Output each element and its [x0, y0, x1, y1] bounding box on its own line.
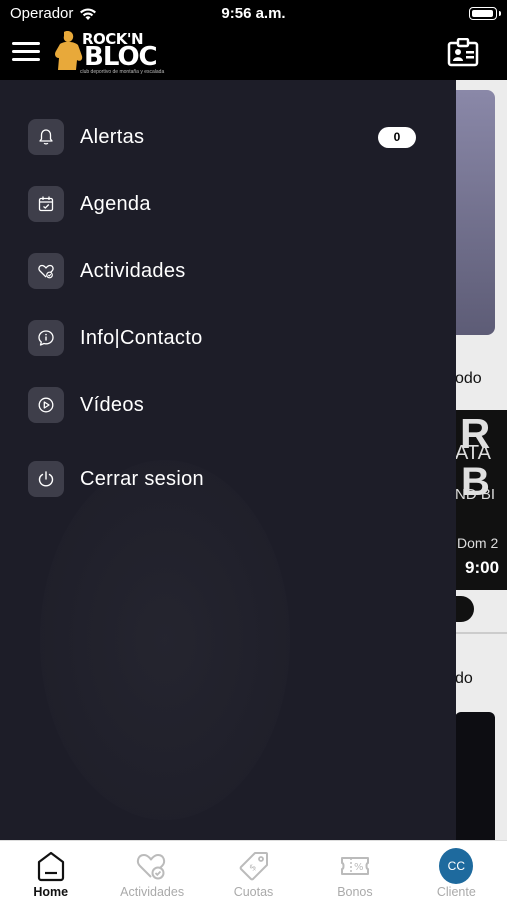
event-date: Dom 2 — [457, 535, 499, 551]
drawer-item-info-contacto[interactable]: Info|Contacto — [28, 318, 428, 358]
home-content-background: odo R ATA B ND BI Dom 2 9:00 do — [455, 80, 507, 840]
section-heading-partial-2: do — [455, 670, 473, 687]
bottom-tab-bar: Home Actividades $ Cuotas % Bonos CC Cli… — [0, 840, 507, 900]
svg-text:$: $ — [247, 863, 258, 874]
drawer-item-label: Cerrar sesion — [80, 467, 204, 490]
tab-home[interactable]: Home — [0, 841, 101, 900]
heart-check-icon — [28, 253, 64, 289]
event-image-text2: ND BI — [455, 486, 496, 503]
bell-icon — [28, 119, 64, 155]
drawer-item-label: Vídeos — [80, 393, 145, 416]
logo-text-bottom: BLOC — [84, 42, 158, 72]
drawer-item-agenda[interactable]: Agenda — [28, 184, 428, 224]
power-icon — [28, 461, 64, 497]
tab-label: Actividades — [120, 885, 185, 899]
avatar-initials: CC — [439, 848, 474, 884]
divider — [455, 632, 507, 634]
drawer-item-videos[interactable]: Vídeos — [28, 385, 428, 425]
id-card-icon — [447, 37, 479, 67]
tag-icon: $ — [237, 849, 271, 883]
alerts-count-badge: 0 — [378, 127, 416, 148]
tab-label: Bonos — [337, 885, 373, 899]
battery-icon — [469, 7, 497, 20]
tab-bonos[interactable]: % Bonos — [304, 841, 405, 900]
avatar: CC — [439, 848, 474, 884]
tab-label: Cliente — [436, 885, 476, 899]
side-drawer: Alertas 0 Agenda Actividades Info|Contac… — [0, 80, 456, 840]
calendar-icon — [28, 186, 64, 222]
drawer-item-actividades[interactable]: Actividades — [28, 251, 428, 291]
home-icon — [34, 849, 68, 883]
second-card[interactable] — [455, 712, 495, 840]
status-time: 9:56 a.m. — [221, 5, 286, 22]
ticket-icon: % — [338, 849, 372, 883]
hamburger-menu-icon[interactable] — [12, 40, 42, 62]
drawer-item-cerrar-sesion[interactable]: Cerrar sesion — [28, 459, 428, 499]
drawer-item-label: Alertas — [80, 125, 145, 148]
tab-label: Cuotas — [233, 885, 274, 899]
play-icon — [28, 387, 64, 423]
drawer-item-alertas[interactable]: Alertas 0 — [28, 117, 428, 157]
logo-tagline: club deportivo de montaña y escalada — [80, 69, 165, 75]
tab-cuotas[interactable]: $ Cuotas — [203, 841, 304, 900]
featured-card[interactable] — [455, 90, 495, 335]
app-logo: ROCK'N BLOC club deportivo de montaña y … — [50, 28, 164, 78]
drawer-item-label: Agenda — [80, 192, 151, 215]
status-bar: Operador 9:56 a.m. — [0, 0, 507, 28]
drawer-item-label: Actividades — [80, 259, 186, 282]
member-card-button[interactable] — [447, 37, 479, 68]
climber-logo-icon — [55, 31, 83, 70]
app-header: ROCK'N BLOC club deportivo de montaña y … — [0, 28, 507, 80]
heart-check-icon — [135, 849, 169, 883]
svg-text:%: % — [354, 862, 364, 873]
event-action-icon[interactable] — [455, 596, 474, 622]
section-heading-partial: odo — [455, 370, 482, 387]
drawer-item-label: Info|Contacto — [80, 326, 203, 349]
info-chat-icon — [28, 320, 64, 356]
tab-cliente[interactable]: CC Cliente — [406, 841, 507, 900]
event-time: 9:00 — [465, 558, 500, 577]
tab-actividades[interactable]: Actividades — [101, 841, 202, 900]
tab-label: Home — [33, 885, 69, 899]
event-info-strip — [455, 520, 507, 590]
